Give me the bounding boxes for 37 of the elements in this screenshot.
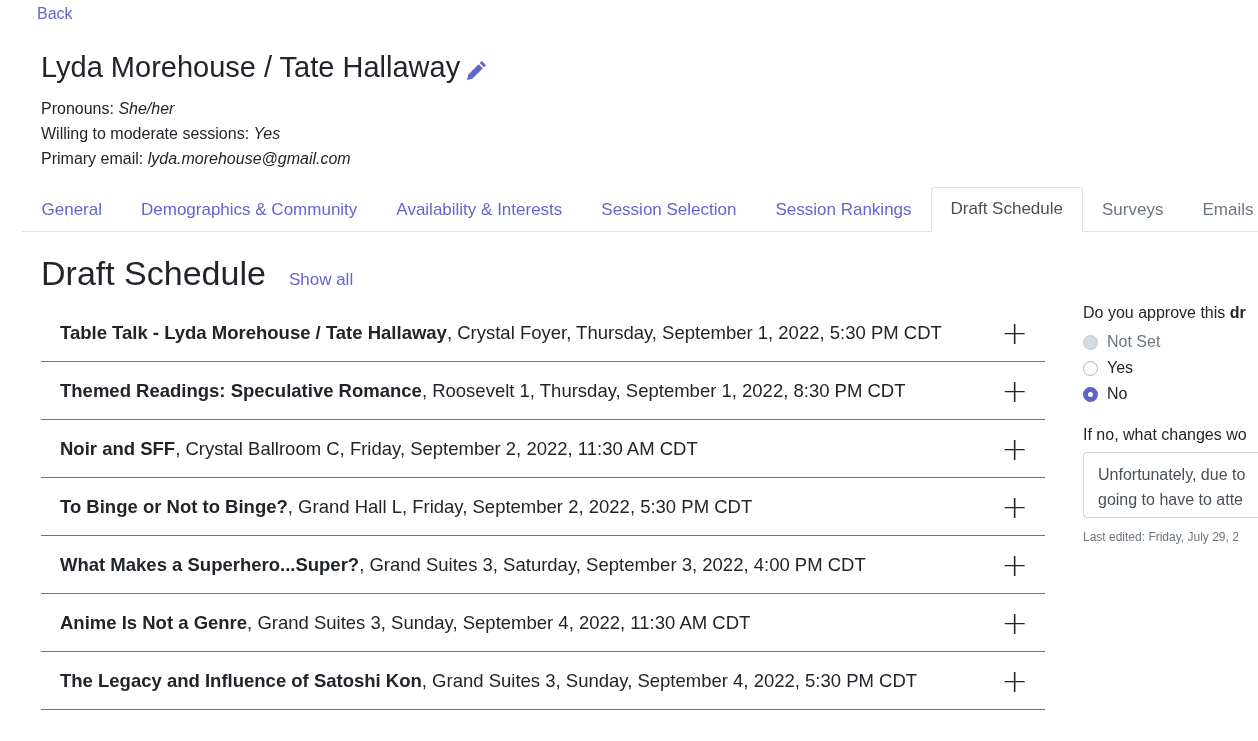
expand-button[interactable]: +: [1001, 664, 1028, 697]
radio-label: Yes: [1107, 359, 1134, 377]
tab[interactable]: Demographics & Community: [121, 188, 377, 232]
person-name: Lyda Morehouse / Tate Hallaway: [41, 51, 461, 84]
tab[interactable]: Availability & Interests: [376, 188, 582, 232]
section-title: Draft Schedule: [41, 254, 266, 293]
tab[interactable]: Session Rankings: [755, 188, 932, 232]
changes-label: If no, what changes wo: [1083, 426, 1248, 444]
radio-button[interactable]: [1083, 386, 1098, 402]
show-all-link[interactable]: Show all: [288, 270, 354, 290]
expand-button[interactable]: +: [1001, 490, 1028, 523]
changes-textarea[interactable]: Unfortunately, due to going to have to atte: [1083, 452, 1258, 518]
detail-line: Pronouns: She/her: [41, 99, 176, 119]
pencil-icon[interactable]: [465, 61, 487, 82]
detail-line: Willing to moderate sessions: Yes: [41, 124, 282, 144]
expand-button[interactable]: +: [1001, 316, 1028, 349]
approval-question: Do you approve this dr: [1083, 304, 1247, 322]
detail-line: Primary email: lyda.morehouse@gmail.com: [41, 149, 352, 169]
session-text: Anime Is Not a Genre, Grand Suites 3, Sunday, September 4, 2022, 11:30 AM CDT: [60, 611, 751, 634]
radio-button[interactable]: [1083, 360, 1098, 376]
session-text: Table Talk - Lyda Morehouse / Tate Hallaway, Crystal Foyer, Thursday, September 1, 2022, 5:30 PM CDT: [60, 321, 942, 344]
last-edited-text: Last edited: Friday, July 29, 2: [1083, 530, 1240, 544]
expand-button[interactable]: +: [1001, 606, 1028, 639]
back-link[interactable]: Back: [37, 5, 73, 23]
session-text: Themed Readings: Speculative Romance, Roosevelt 1, Thursday, September 1, 2022, 8:30 PM CDT: [60, 379, 906, 402]
tab[interactable]: Session Selection: [581, 188, 756, 232]
session-text: What Makes a Superhero...Super?, Grand Suites 3, Saturday, September 3, 2022, 4:00 PM CDT: [60, 553, 866, 576]
radio-label: No: [1107, 385, 1128, 403]
session-text: Noir and SFF, Crystal Ballroom C, Friday, September 2, 2022, 11:30 AM CDT: [60, 437, 698, 460]
tab[interactable]: General: [22, 188, 122, 232]
session-text: To Binge or Not to Binge?, Grand Hall L, Friday, September 2, 2022, 5:30 PM CDT: [60, 495, 753, 518]
expand-button[interactable]: +: [1001, 374, 1028, 407]
tab[interactable]: Draft Schedule: [931, 187, 1083, 232]
radio-label: Not Set: [1107, 333, 1161, 351]
session-text: The Legacy and Influence of Satoshi Kon, Grand Suites 3, Sunday, September 4, 2022, 5:30 PM CDT: [60, 669, 918, 692]
expand-button[interactable]: +: [1001, 548, 1028, 581]
expand-button[interactable]: +: [1001, 432, 1028, 465]
